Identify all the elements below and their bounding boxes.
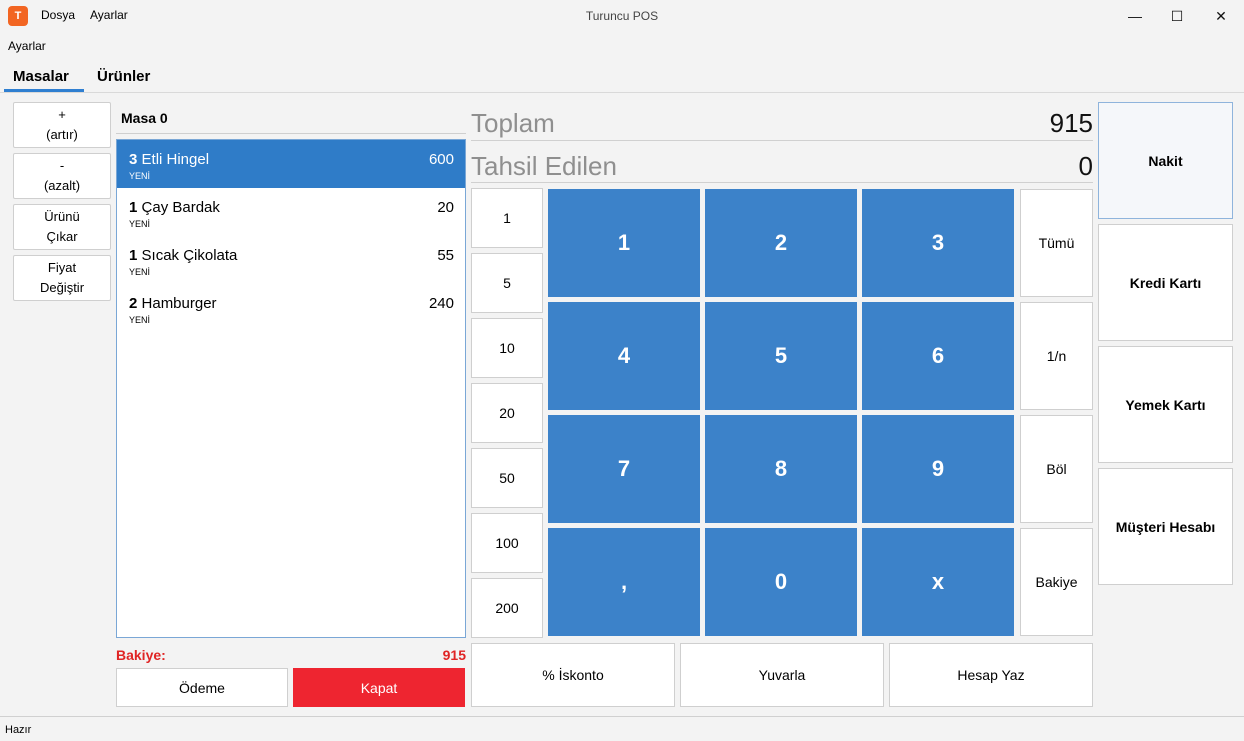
credit-card-payment-button[interactable]: Kredi Kartı (1098, 224, 1233, 341)
order-name: Çay Bardak (141, 199, 220, 216)
status-bar-divider (0, 716, 1244, 717)
order-status: YENİ (129, 315, 151, 325)
change-price-button[interactable]: Fiyat Değiştir (13, 255, 111, 301)
keypad-key-6[interactable]: 6 (862, 302, 1014, 410)
order-name: Sıcak Çikolata (141, 247, 238, 264)
keypad-key-8[interactable]: 8 (705, 415, 857, 523)
order-qty: 1 (129, 247, 138, 264)
order-item-text: 2 Hamburger (129, 295, 217, 312)
remove-product-label-2: Çıkar (46, 229, 78, 244)
decrease-button[interactable]: - (azalt) (13, 153, 111, 199)
keypad-key-clear[interactable]: x (862, 528, 1014, 636)
quick-amount-button[interactable]: 1 (471, 188, 543, 248)
balance-label: Bakiye: (116, 647, 166, 663)
close-table-button[interactable]: Kapat (293, 668, 465, 707)
settings-toolbar-item[interactable]: Ayarlar (8, 39, 46, 53)
quick-amount-button[interactable]: 5 (471, 253, 543, 313)
write-account-button[interactable]: Hesap Yaz (889, 643, 1093, 707)
order-status: YENİ (129, 171, 151, 181)
order-price: 55 (437, 247, 454, 264)
increase-button[interactable]: + (artır) (13, 102, 111, 148)
order-price: 20 (437, 199, 454, 216)
order-item[interactable]: 2 Hamburger YENİ 240 (117, 284, 465, 332)
order-name: Etli Hingel (141, 151, 210, 168)
balance-button[interactable]: Bakiye (1020, 528, 1093, 636)
total-divider (471, 140, 1093, 141)
quick-amount-button[interactable]: 20 (471, 383, 543, 443)
order-qty: 1 (129, 199, 138, 216)
tab-urunler[interactable]: Ürünler (97, 68, 150, 85)
increase-label: (artır) (46, 127, 78, 142)
round-button[interactable]: Yuvarla (680, 643, 884, 707)
remove-product-label-1: Ürünü (44, 209, 80, 224)
window-title: Turuncu POS (585, 9, 659, 23)
order-item[interactable]: 3 Etli Hingel YENİ 600 (117, 140, 465, 188)
order-status: YENİ (129, 267, 151, 277)
maximize-button[interactable]: ☐ (1154, 0, 1200, 32)
divide-button[interactable]: Böl (1020, 415, 1093, 523)
table-title-divider (116, 133, 466, 134)
order-item-text: 1 Sıcak Çikolata (129, 247, 237, 264)
quick-amount-button[interactable]: 100 (471, 513, 543, 573)
collected-value: 0 (1078, 151, 1093, 181)
close-icon: ✕ (1215, 7, 1227, 24)
keypad-key-7[interactable]: 7 (548, 415, 700, 523)
keypad-key-3[interactable]: 3 (862, 189, 1014, 297)
maximize-icon: ☐ (1170, 7, 1184, 24)
minimize-button[interactable]: — (1112, 0, 1158, 32)
minimize-icon: — (1128, 8, 1142, 24)
keypad-key-4[interactable]: 4 (548, 302, 700, 410)
keypad-key-9[interactable]: 9 (862, 415, 1014, 523)
customer-account-payment-button[interactable]: Müşteri Hesabı (1098, 468, 1233, 585)
cash-payment-button[interactable]: Nakit (1098, 102, 1233, 219)
table-title: Masa 0 (121, 110, 168, 126)
order-name: Hamburger (141, 295, 217, 312)
total-label: Toplam (471, 108, 555, 138)
remove-product-button[interactable]: Ürünü Çıkar (13, 204, 111, 250)
keypad-key-5[interactable]: 5 (705, 302, 857, 410)
change-price-label-2: Değiştir (39, 280, 85, 295)
order-list[interactable]: 3 Etli Hingel YENİ 600 1 Çay Bardak YENİ… (116, 139, 466, 638)
order-price: 600 (428, 151, 454, 168)
status-text: Hazır (5, 724, 32, 736)
payment-button[interactable]: Ödeme (116, 668, 288, 707)
keypad-key-1[interactable]: 1 (548, 189, 700, 297)
keypad-key-0[interactable]: 0 (705, 528, 857, 636)
meal-card-payment-button[interactable]: Yemek Kartı (1098, 346, 1233, 463)
order-item-text: 1 Çay Bardak (129, 199, 220, 216)
order-status: YENİ (129, 219, 151, 229)
tab-masalar[interactable]: Masalar (13, 68, 69, 85)
keypad-key-2[interactable]: 2 (705, 189, 857, 297)
quick-amount-button[interactable]: 50 (471, 448, 543, 508)
total-value: 915 (1049, 108, 1093, 138)
tabs-divider (0, 92, 1244, 93)
order-qty: 3 (129, 151, 138, 168)
discount-button[interactable]: % İskonto (471, 643, 675, 707)
decrease-label: (azalt) (43, 178, 81, 193)
order-qty: 2 (129, 295, 138, 312)
collected-label: Tahsil Edilen (471, 151, 617, 181)
split-n-button[interactable]: 1/n (1020, 302, 1093, 410)
order-item[interactable]: 1 Sıcak Çikolata YENİ 55 (117, 236, 465, 284)
order-price: 240 (428, 295, 454, 312)
balance-value: 915 (442, 647, 466, 663)
quick-amount-button[interactable]: 200 (471, 578, 543, 638)
change-price-label-1: Fiyat (47, 260, 77, 275)
keypad-key-comma[interactable]: , (548, 528, 700, 636)
order-item-text: 3 Etli Hingel (129, 151, 209, 168)
decrease-symbol: - (59, 158, 65, 173)
collected-divider (471, 182, 1093, 183)
order-item[interactable]: 1 Çay Bardak YENİ 20 (117, 188, 465, 236)
close-button[interactable]: ✕ (1198, 0, 1244, 32)
quick-amount-button[interactable]: 10 (471, 318, 543, 378)
increase-symbol: + (58, 107, 66, 122)
all-amount-button[interactable]: Tümü (1020, 189, 1093, 297)
